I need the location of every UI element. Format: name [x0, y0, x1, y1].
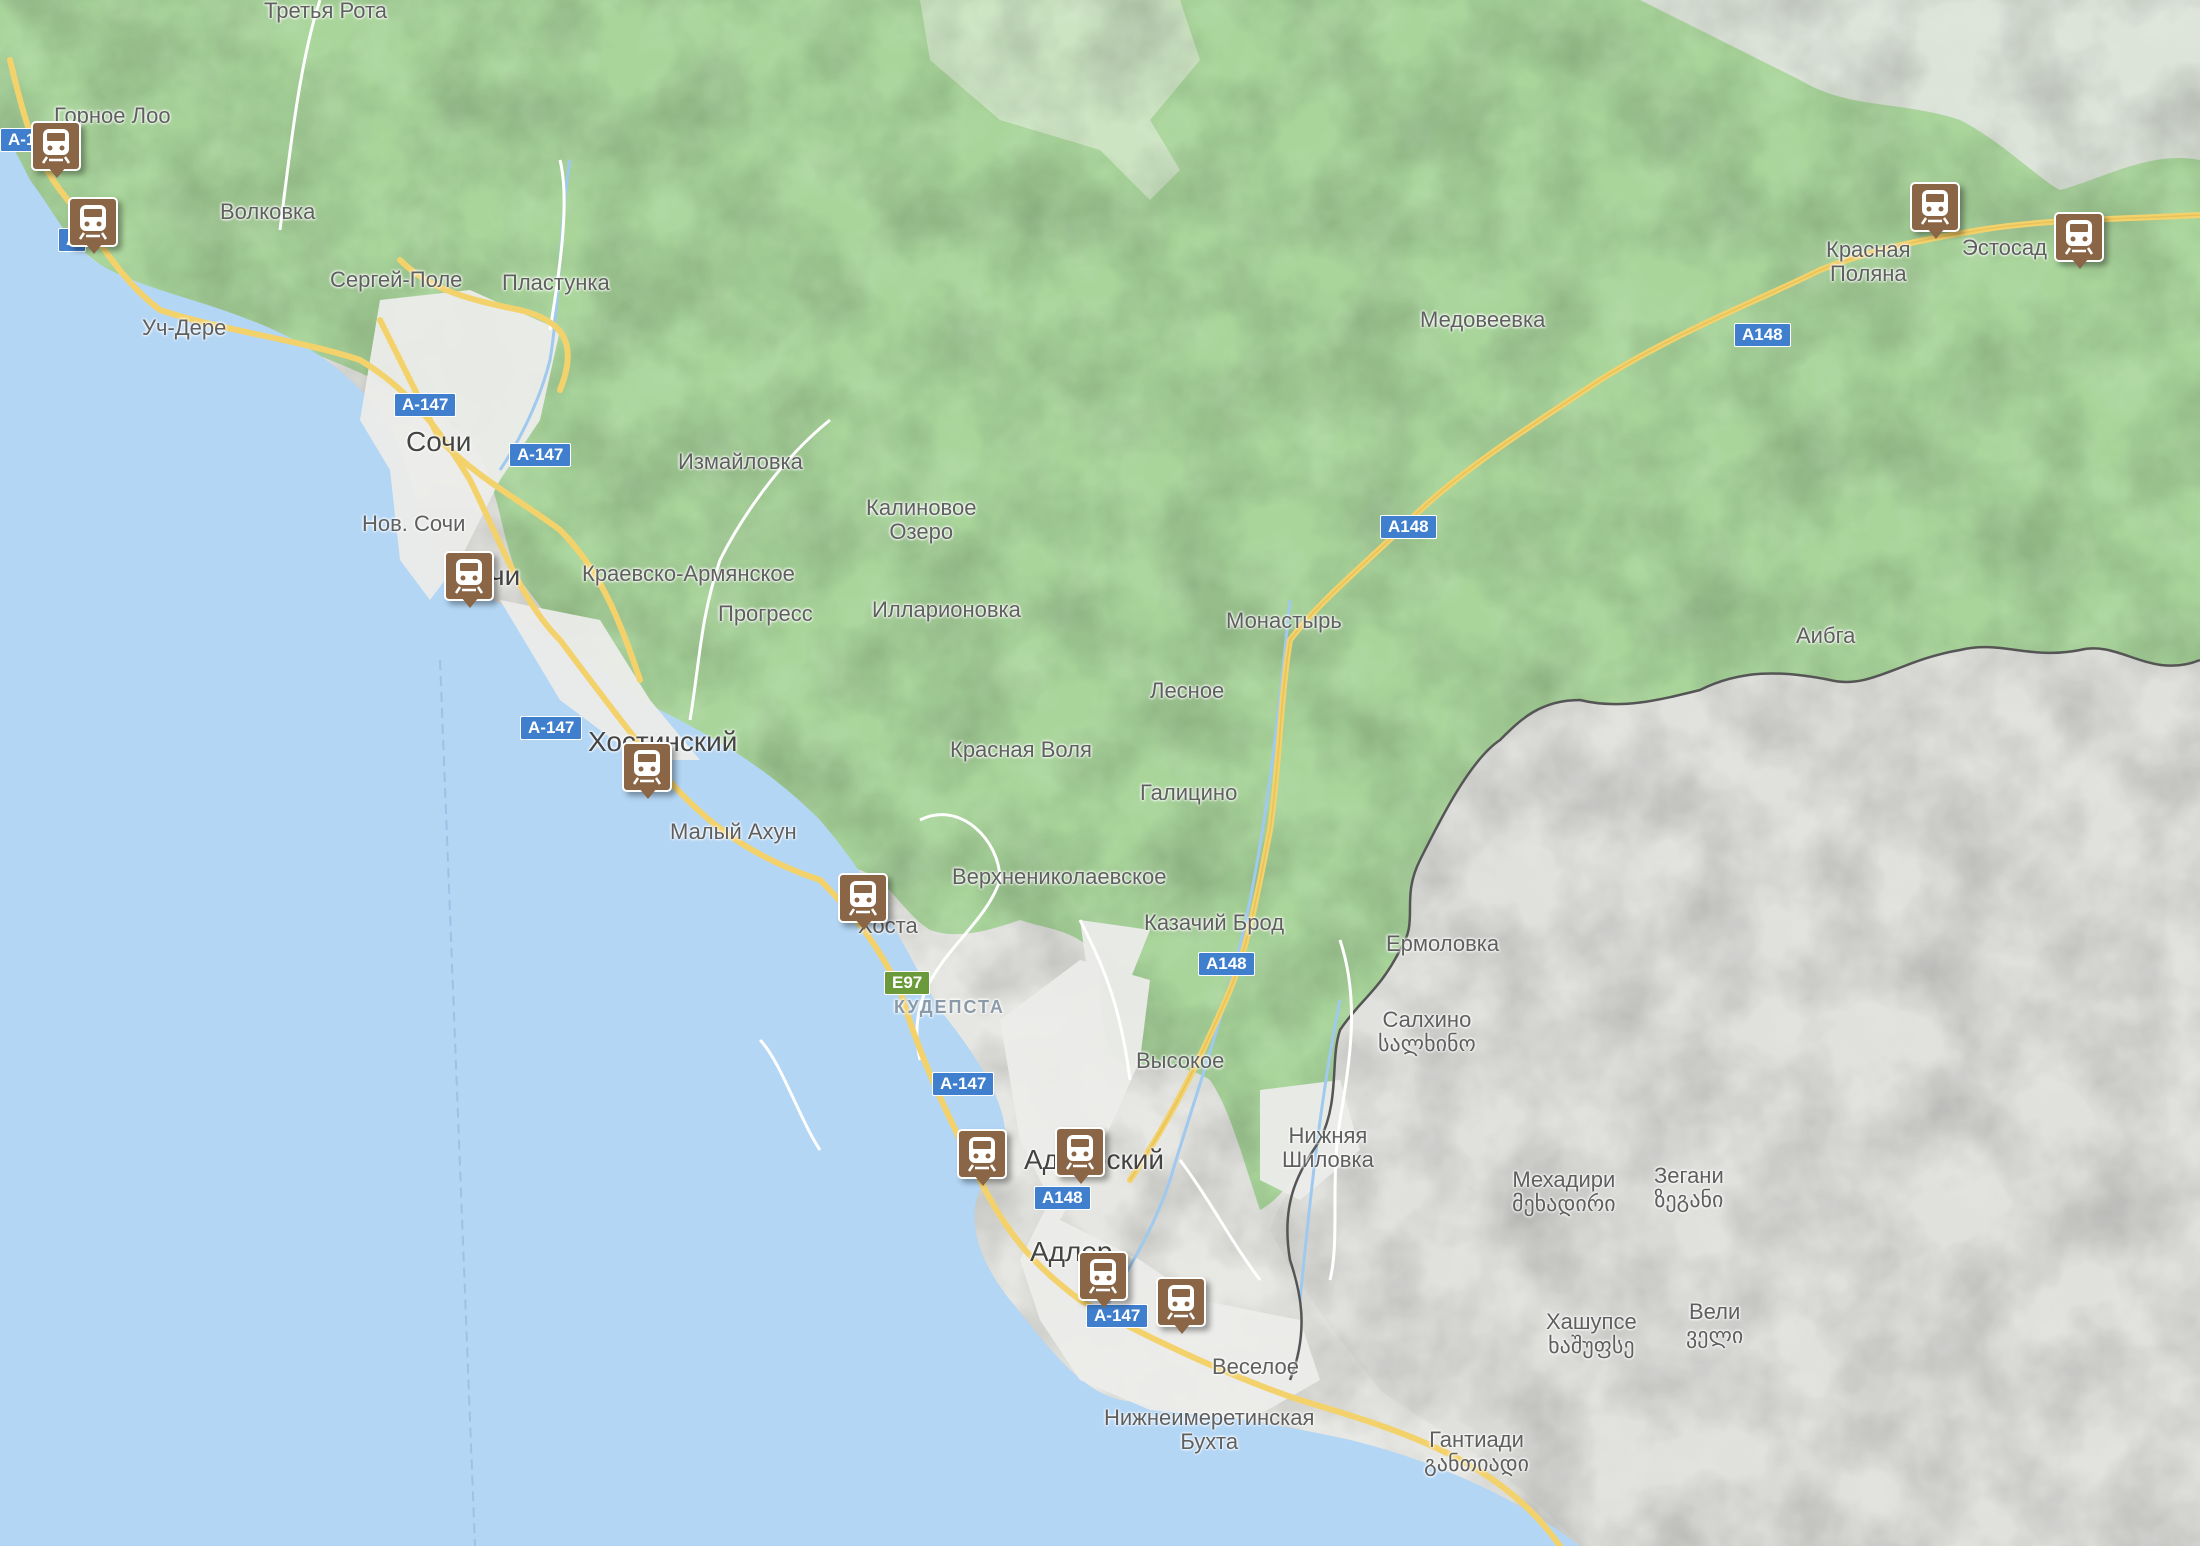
- train-station-marker[interactable]: [957, 1129, 1009, 1187]
- label-zegani: Зегани ზეგანი: [1654, 1163, 1724, 1212]
- train-station-icon: [1166, 1285, 1196, 1320]
- train-station-icon: [2064, 220, 2094, 255]
- train-station-icon: [41, 129, 71, 164]
- road-shield-e97: E97: [884, 971, 931, 995]
- train-station-marker[interactable]: [1078, 1251, 1130, 1309]
- train-station-marker[interactable]: [838, 873, 890, 931]
- road-shield-a147: А-147: [509, 443, 572, 467]
- label-sergey-pole: Сергей-Поле: [330, 267, 463, 292]
- train-station-icon: [967, 1137, 997, 1172]
- label-izmaylovka: Измайловка: [678, 449, 803, 474]
- label-galitsino: Галицино: [1140, 780, 1238, 805]
- train-station-marker[interactable]: [68, 197, 120, 255]
- label-vysokoe: Высокое: [1136, 1048, 1225, 1073]
- label-salkhino: Салхино სალხინო: [1378, 1007, 1476, 1056]
- train-station-icon: [454, 559, 484, 594]
- label-kazachiy-brod: Казачий Брод: [1144, 910, 1285, 935]
- label-nizhnyaya-shilovka: Нижняя Шиловка: [1282, 1123, 1374, 1172]
- train-station-marker[interactable]: [1055, 1127, 1107, 1185]
- label-krasnaya-volya: Красная Воля: [950, 737, 1092, 762]
- road-shield-a147: А-147: [932, 1072, 995, 1096]
- label-tretya-rota: Третья Рота: [264, 0, 388, 23]
- label-gantiadi: Гантиади განთიადი: [1424, 1427, 1530, 1476]
- label-veli: Вели ველი: [1686, 1299, 1744, 1348]
- label-krasnaya-polyana: Красная Поляна: [1826, 237, 1911, 286]
- train-station-icon: [1920, 190, 1950, 225]
- train-station-icon: [78, 205, 108, 240]
- label-kraevsko-armyanskoe: Краевско-Армянское: [582, 561, 795, 586]
- train-station-marker[interactable]: [1156, 1277, 1208, 1335]
- label-kudepsta: КУДЕПСТА: [894, 997, 1005, 1017]
- label-plastunka: Пластунка: [502, 270, 610, 295]
- train-station-marker[interactable]: [2054, 212, 2106, 270]
- label-verkhnenikolaevskoe: Верхнениколаевское: [952, 864, 1167, 889]
- label-veseloe: Веселое: [1212, 1354, 1299, 1379]
- road-shield-a147: А-147: [394, 393, 457, 417]
- train-station-marker[interactable]: [444, 551, 496, 609]
- train-station-marker[interactable]: [622, 742, 674, 800]
- train-station-icon: [632, 750, 662, 785]
- label-medoveevka: Медовеевка: [1420, 307, 1546, 332]
- label-monastyr: Монастырь: [1226, 608, 1342, 633]
- label-maly-akhun: Малый Ахун: [670, 819, 797, 844]
- label-ermolovka: Ермоловка: [1386, 931, 1500, 956]
- train-station-icon: [848, 881, 878, 916]
- label-mekhadiri: Мехадири მეხადირი: [1512, 1167, 1616, 1216]
- train-station-icon: [1065, 1135, 1095, 1170]
- label-kalinovoe-ozero: Калиновое Озеро: [866, 495, 977, 544]
- train-station-icon: [1088, 1259, 1118, 1294]
- label-volkovka: Волковка: [220, 199, 316, 224]
- road-shield-a148: А148: [1380, 515, 1437, 539]
- train-station-marker[interactable]: [1910, 182, 1962, 240]
- label-estosadok: Эстосад: [1962, 235, 2047, 260]
- road-shield-a148: А148: [1198, 952, 1255, 976]
- label-uch-dere: Уч-Дере: [142, 315, 227, 340]
- label-progress: Прогресс: [718, 601, 813, 626]
- map-canvas[interactable]: Третья Рота Горное Лоо Волковка Сергей-П…: [0, 0, 2200, 1546]
- label-illarionovka: Илларионовка: [872, 597, 1021, 622]
- road-shield-a147: А-147: [520, 716, 583, 740]
- road-shield-a148: А148: [1034, 1186, 1091, 1210]
- label-khashupse: Хашупсе ხაშუფსე: [1546, 1309, 1637, 1358]
- road-shield-a148: А148: [1734, 323, 1791, 347]
- label-nizhneimeretinskaya-bukhta: Нижнеимеретинская Бухта: [1104, 1405, 1315, 1454]
- label-sochi: Сочи: [406, 426, 472, 457]
- label-aibga: Аибга: [1796, 623, 1856, 648]
- label-lesnoe: Лесное: [1150, 678, 1225, 703]
- label-nov-sochi: Нов. Сочи: [362, 511, 466, 536]
- train-station-marker[interactable]: [31, 121, 83, 179]
